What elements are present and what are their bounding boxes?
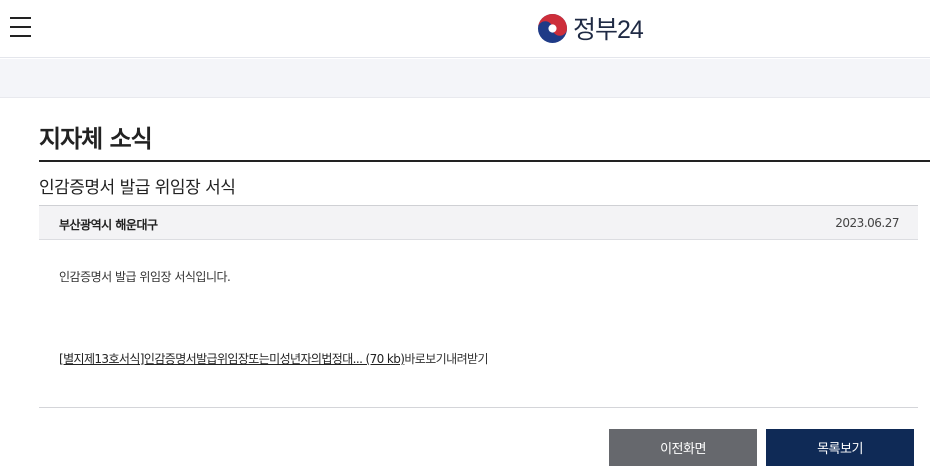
page-title: 지자체 소식: [39, 125, 153, 153]
post-meta-bar: 부산광역시 해운대구 2023.06.27: [39, 205, 918, 240]
hamburger-menu-icon[interactable]: [10, 17, 31, 37]
title-divider: [39, 160, 930, 162]
attachment-download-link[interactable]: 내려받기: [446, 352, 488, 366]
previous-screen-button[interactable]: 이전화면: [609, 429, 757, 466]
post-department: 부산광역시 해운대구: [59, 218, 158, 232]
attachment-view-link[interactable]: 바로보기: [404, 352, 446, 366]
site-logo[interactable]: 정부24: [537, 11, 644, 45]
post-body: 인감증명서 발급 위임장 서식입니다.: [59, 270, 231, 284]
content-bottom-divider: [39, 407, 918, 408]
view-list-button[interactable]: 목록보기: [766, 429, 914, 466]
menu-line: [10, 17, 31, 19]
menu-line: [10, 26, 31, 28]
post-title: 인감증명서 발급 위임장 서식: [39, 178, 236, 198]
attachment-file-link[interactable]: [별지제13호서식]인감증명서발급위임장또는미성년자의법정대... (70 kb…: [59, 352, 405, 366]
top-header: 정부24: [0, 0, 930, 58]
taegeuk-emblem-icon: [537, 13, 568, 43]
attachment-row: [별지제13호서식]인감증명서발급위임장또는미성년자의법정대... (70 kb…: [59, 350, 488, 367]
menu-line: [10, 35, 31, 37]
post-date: 2023.06.27: [835, 216, 899, 230]
logo-text: 정부24: [573, 16, 644, 44]
sub-navigation-bar: [0, 59, 930, 98]
